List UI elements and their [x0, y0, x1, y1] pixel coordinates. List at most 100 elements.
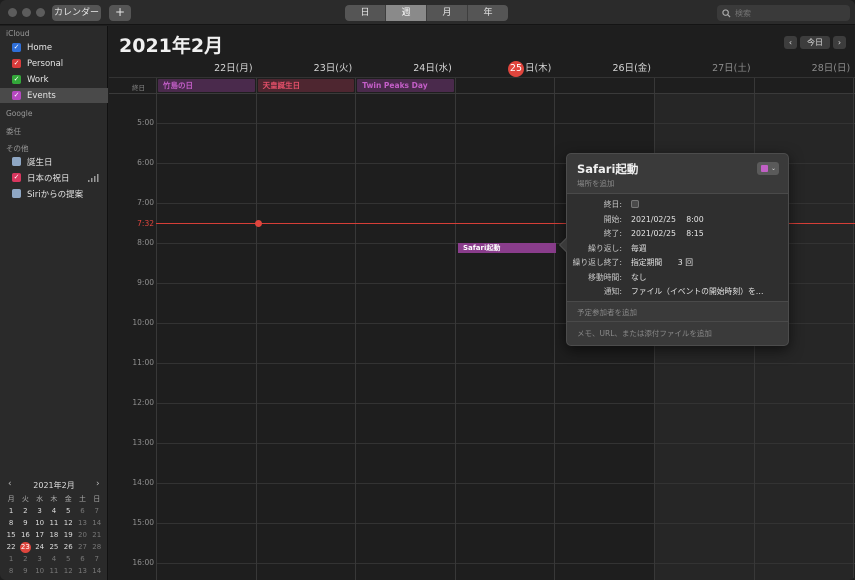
- mini-day[interactable]: 11: [47, 518, 61, 529]
- prev-week-button[interactable]: ‹: [784, 36, 797, 49]
- calendar-item-other-0[interactable]: 誕生日: [0, 154, 108, 169]
- search-field[interactable]: [717, 5, 850, 21]
- mini-day[interactable]: 3: [33, 554, 47, 565]
- detail-row-3[interactable]: 繰り返し: 毎週: [567, 243, 788, 255]
- invitees-field[interactable]: 予定参加者を追加: [577, 307, 637, 318]
- calendar-item-icloud-2[interactable]: ✓ Work: [0, 72, 108, 87]
- next-week-button[interactable]: ›: [833, 36, 846, 49]
- detail-label: 移動時間:: [588, 272, 622, 282]
- detail-row-6[interactable]: 通知: ファイル（イベントの開始時刻）を…: [567, 286, 788, 298]
- mini-day[interactable]: 12: [61, 518, 75, 529]
- mini-day[interactable]: 18: [47, 530, 61, 541]
- mini-day[interactable]: 14: [90, 518, 104, 529]
- sidebar: iCloud ✓ Home ✓ Personal ✓ Work ✓ Events Google…: [0, 26, 108, 580]
- mini-day[interactable]: 2: [18, 506, 32, 517]
- calendar-checkbox[interactable]: [12, 189, 21, 198]
- close-button[interactable]: [8, 8, 17, 17]
- calendar-checkbox[interactable]: ✓: [12, 91, 21, 100]
- event-title[interactable]: Safari起動: [577, 161, 638, 177]
- view-tab-1[interactable]: 週: [386, 5, 427, 21]
- mini-day[interactable]: 12: [61, 566, 75, 577]
- detail-row-0[interactable]: 終日:: [567, 199, 788, 211]
- zoom-button[interactable]: [36, 8, 45, 17]
- day-header-4[interactable]: 26日(金): [555, 60, 651, 74]
- calendar-item-other-2[interactable]: Siriからの提案: [0, 186, 108, 201]
- mini-day[interactable]: 6: [75, 506, 89, 517]
- day-header-1[interactable]: 23日(火): [257, 60, 353, 74]
- detail-label: 通知:: [603, 287, 622, 296]
- mini-day[interactable]: 1: [4, 554, 18, 565]
- calendar-checkbox[interactable]: ✓: [12, 43, 21, 52]
- mini-day[interactable]: 26: [61, 542, 75, 553]
- detail-row-1[interactable]: 開始: 2021/02/25 8:00: [567, 214, 788, 226]
- detail-row-4[interactable]: 繰り返し終了: 指定期間 3 回: [567, 257, 788, 269]
- mini-day[interactable]: 9: [18, 566, 32, 577]
- calendar-checkbox[interactable]: ✓: [12, 59, 21, 68]
- all-day-event[interactable]: Twin Peaks Day: [357, 79, 454, 92]
- mini-day[interactable]: 2: [18, 554, 32, 565]
- all-day-checkbox[interactable]: [631, 200, 639, 208]
- mini-day[interactable]: 25: [47, 542, 61, 553]
- mini-day[interactable]: 16: [18, 530, 32, 541]
- event-safari[interactable]: Safari起動: [458, 243, 556, 253]
- mini-day[interactable]: 8: [4, 518, 18, 529]
- calendar-checkbox[interactable]: [12, 157, 21, 166]
- mini-day[interactable]: 7: [90, 554, 104, 565]
- mini-day[interactable]: 5: [61, 506, 75, 517]
- mini-day[interactable]: 8: [4, 566, 18, 577]
- mini-day[interactable]: 10: [33, 566, 47, 577]
- day-column-divider: [554, 78, 556, 580]
- mini-day[interactable]: 9: [18, 518, 32, 529]
- location-field[interactable]: 場所を追加: [577, 178, 615, 189]
- mini-next-month-button[interactable]: ›: [96, 479, 100, 489]
- mini-day[interactable]: 20: [75, 530, 89, 541]
- detail-row-2[interactable]: 終了: 2021/02/25 8:15: [567, 228, 788, 240]
- calendar-checkbox[interactable]: ✓: [12, 75, 21, 84]
- mini-day[interactable]: 13: [75, 518, 89, 529]
- mini-day[interactable]: 14: [90, 566, 104, 577]
- add-event-button[interactable]: +: [109, 5, 131, 21]
- all-day-event[interactable]: 天皇誕生日: [257, 79, 355, 92]
- mini-day[interactable]: 11: [47, 566, 61, 577]
- calendar-item-icloud-1[interactable]: ✓ Personal: [0, 56, 108, 71]
- subscription-signal-icon: [88, 174, 99, 182]
- mini-day[interactable]: 1: [4, 506, 18, 517]
- mini-day[interactable]: 5: [61, 554, 75, 565]
- mini-day[interactable]: 7: [90, 506, 104, 517]
- mini-day[interactable]: 24: [33, 542, 47, 553]
- mini-day[interactable]: 22: [4, 542, 18, 553]
- day-header-6[interactable]: 28日(日): [755, 60, 851, 74]
- mini-day[interactable]: 27: [75, 542, 89, 553]
- mini-day[interactable]: 15: [4, 530, 18, 541]
- search-input[interactable]: [735, 8, 835, 18]
- mini-day[interactable]: 3: [33, 506, 47, 517]
- mini-day[interactable]: 19: [61, 530, 75, 541]
- day-header-3[interactable]: 25 日(木): [456, 60, 551, 77]
- all-day-event[interactable]: 竹島の日: [158, 79, 255, 92]
- mini-day[interactable]: 4: [47, 506, 61, 517]
- calendar-item-icloud-0[interactable]: ✓ Home: [0, 40, 108, 55]
- mini-day[interactable]: 17: [33, 530, 47, 541]
- view-tab-2[interactable]: 月: [427, 5, 468, 21]
- mini-day[interactable]: 23: [19, 542, 31, 553]
- today-button[interactable]: 今日: [800, 36, 830, 49]
- mini-day[interactable]: 28: [90, 542, 104, 553]
- mini-day[interactable]: 21: [90, 530, 104, 541]
- day-header-5[interactable]: 27日(土): [655, 60, 751, 74]
- calendar-color-picker[interactable]: ⌄: [757, 162, 779, 175]
- mini-day[interactable]: 4: [47, 554, 61, 565]
- calendar-item-icloud-3[interactable]: ✓ Events: [0, 88, 108, 103]
- mini-day[interactable]: 10: [33, 518, 47, 529]
- day-header-2[interactable]: 24日(水): [356, 60, 452, 74]
- notes-field[interactable]: メモ、URL、または添付ファイルを追加: [577, 328, 712, 339]
- day-header-0[interactable]: 22日(月): [157, 60, 253, 74]
- detail-value: なし: [631, 272, 647, 282]
- calendar-checkbox[interactable]: ✓: [12, 173, 21, 182]
- calendars-button[interactable]: カレンダー: [52, 5, 101, 21]
- mini-day[interactable]: 6: [75, 554, 89, 565]
- mini-day[interactable]: 13: [75, 566, 89, 577]
- detail-row-5[interactable]: 移動時間: なし: [567, 272, 788, 284]
- view-tab-0[interactable]: 日: [345, 5, 386, 21]
- minimize-button[interactable]: [22, 8, 31, 17]
- view-tab-3[interactable]: 年: [468, 5, 508, 21]
